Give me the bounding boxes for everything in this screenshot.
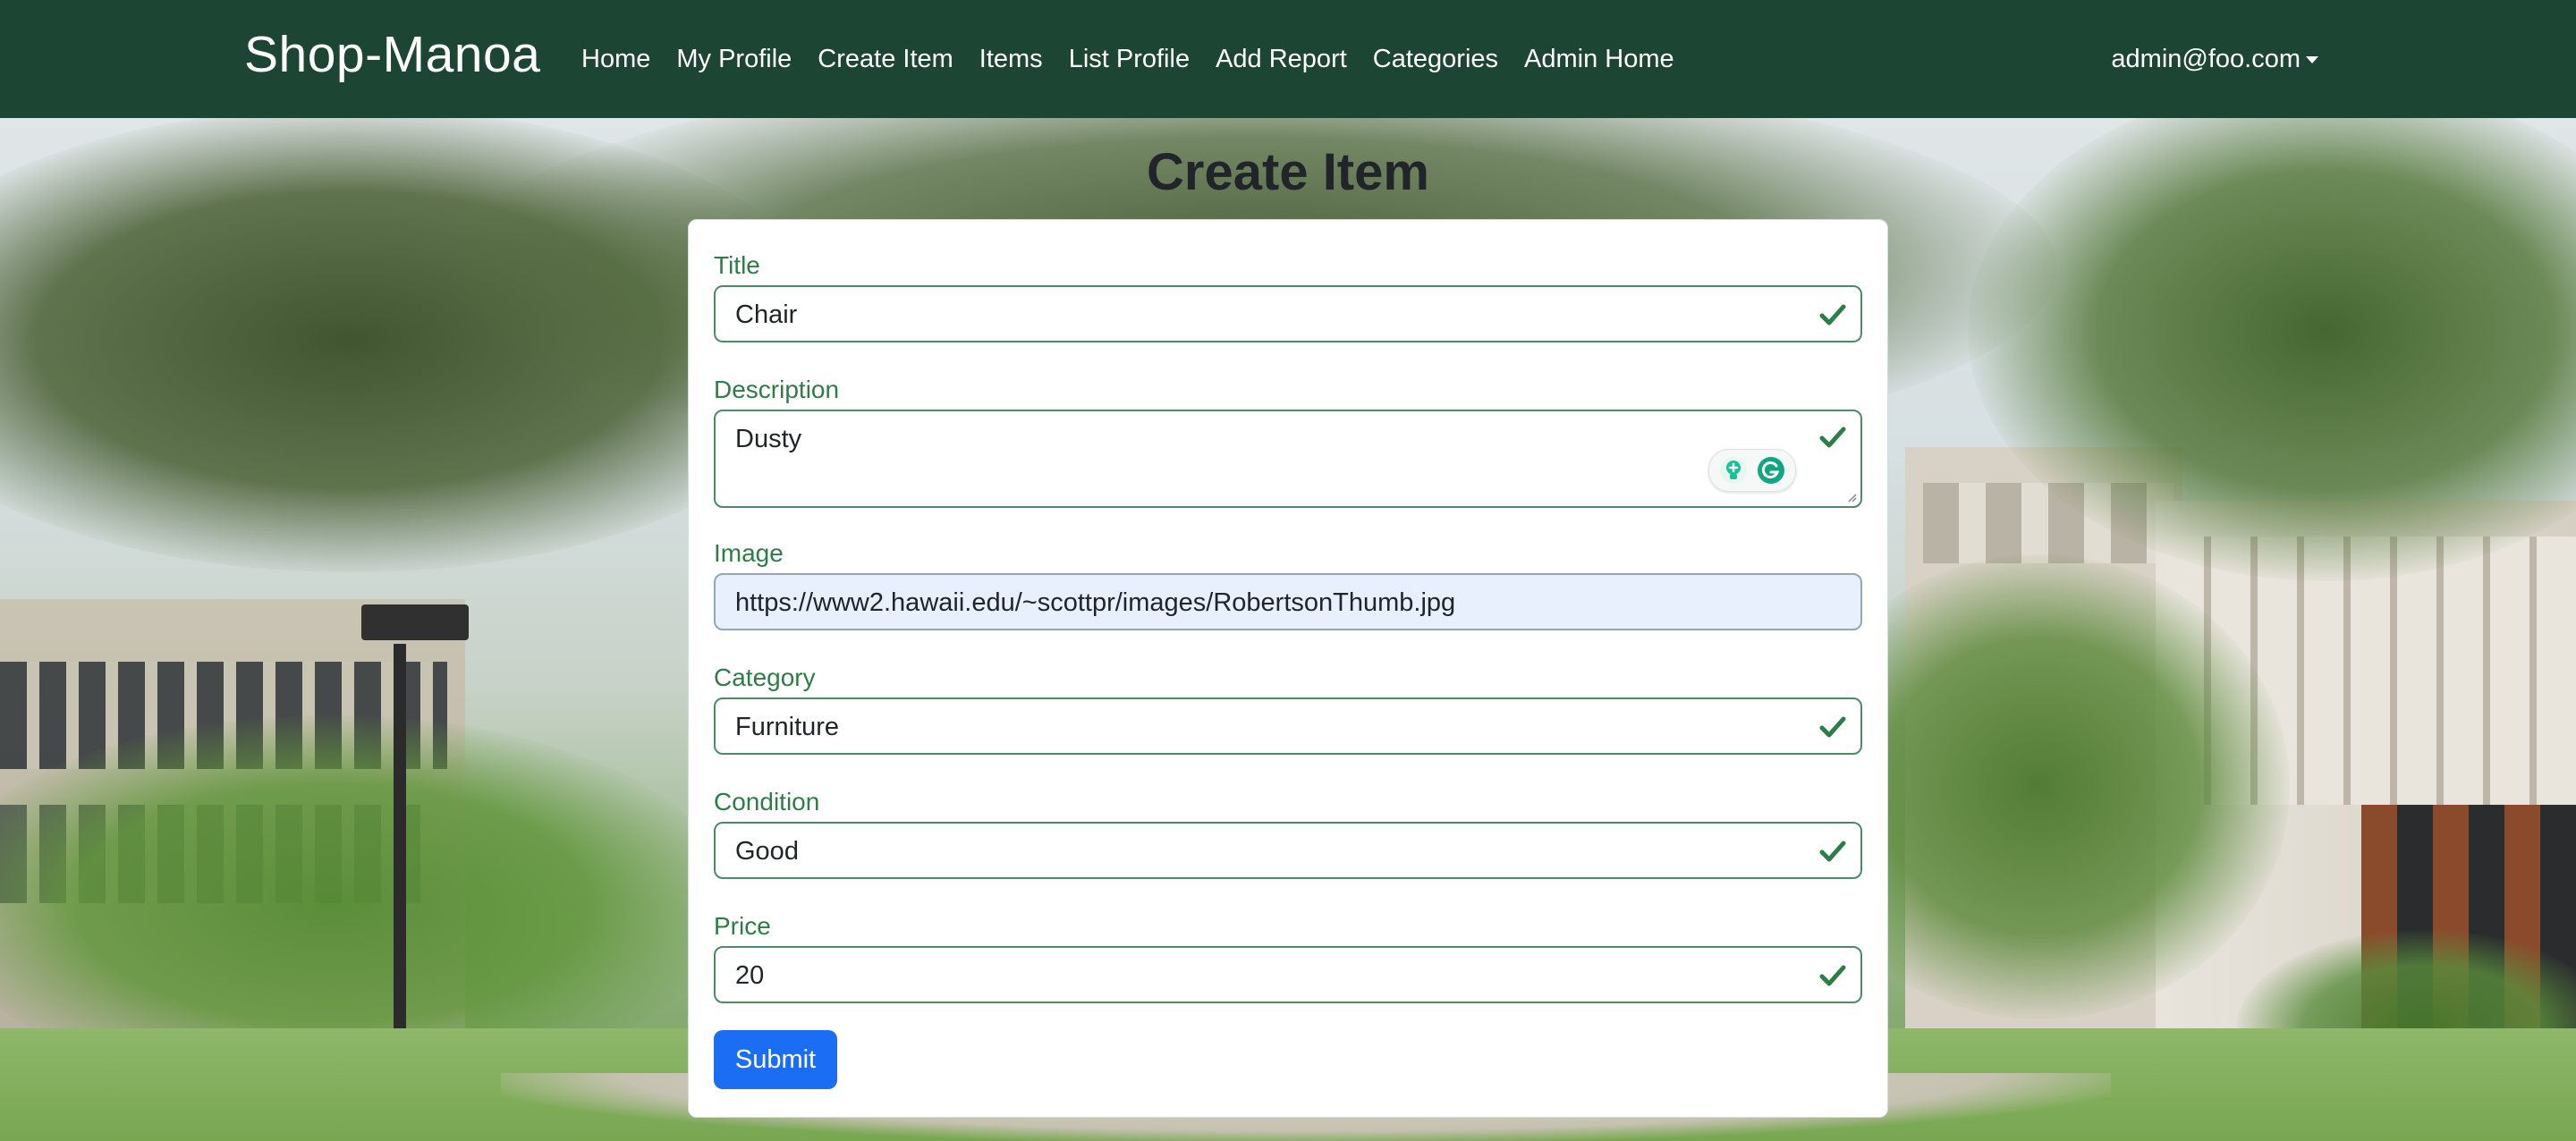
title-label: Title bbox=[714, 251, 760, 279]
nav-link-list-profile[interactable]: List Profile bbox=[1069, 41, 1190, 77]
lightbulb-icon bbox=[1719, 457, 1747, 484]
condition-label: Condition bbox=[714, 788, 820, 816]
description-label: Description bbox=[714, 376, 840, 403]
category-input[interactable]: Furniture bbox=[714, 697, 1862, 755]
price-field-group: Price 20 bbox=[714, 910, 1862, 1003]
nav-link-admin-home[interactable]: Admin Home bbox=[1524, 41, 1674, 77]
create-item-form: Title Chair Description Dusty Image http… bbox=[688, 219, 1888, 1118]
caret-down-icon bbox=[2306, 56, 2318, 63]
nav-link-my-profile[interactable]: My Profile bbox=[676, 41, 792, 77]
condition-value: Good bbox=[735, 837, 799, 866]
price-value: 20 bbox=[735, 961, 765, 990]
nav-link-items[interactable]: Items bbox=[979, 41, 1043, 77]
nav-link-add-report[interactable]: Add Report bbox=[1216, 41, 1347, 77]
image-field-group: Image https://www2.hawaii.edu/~scottpr/i… bbox=[714, 537, 1862, 630]
grammarly-logo-icon bbox=[1758, 457, 1785, 484]
nav-link-home[interactable]: Home bbox=[581, 41, 650, 77]
description-field-group: Description Dusty bbox=[714, 374, 1862, 508]
check-icon bbox=[1819, 716, 1846, 738]
description-value: Dusty bbox=[735, 425, 802, 453]
price-input[interactable]: 20 bbox=[714, 946, 1862, 1003]
condition-input[interactable]: Good bbox=[714, 822, 1862, 879]
resize-handle-icon[interactable] bbox=[1844, 490, 1857, 503]
grammarly-icon[interactable] bbox=[1708, 449, 1796, 492]
user-dropdown[interactable]: admin@foo.com bbox=[2111, 41, 2318, 77]
title-input[interactable]: Chair bbox=[714, 285, 1862, 342]
title-field-group: Title Chair bbox=[714, 249, 1862, 342]
check-icon bbox=[1819, 841, 1846, 862]
image-url-input[interactable]: https://www2.hawaii.edu/~scottpr/images/… bbox=[714, 573, 1862, 630]
category-value: Furniture bbox=[735, 713, 840, 741]
brand-logo[interactable]: Shop-Manoa bbox=[244, 25, 540, 84]
description-textarea[interactable]: Dusty bbox=[714, 410, 1862, 508]
page-title: Create Item bbox=[1147, 143, 1429, 201]
nav-link-categories[interactable]: Categories bbox=[1373, 41, 1498, 77]
image-url-value: https://www2.hawaii.edu/~scottpr/images/… bbox=[735, 588, 1456, 617]
submit-button[interactable]: Submit bbox=[714, 1030, 837, 1089]
title-value: Chair bbox=[735, 300, 798, 329]
category-label: Category bbox=[714, 663, 816, 691]
image-label: Image bbox=[714, 539, 784, 567]
user-email: admin@foo.com bbox=[2111, 45, 2301, 73]
check-icon bbox=[1819, 304, 1846, 325]
price-label: Price bbox=[714, 912, 771, 940]
navbar: Shop-Manoa Home My Profile Create Item I… bbox=[0, 0, 2576, 118]
check-icon bbox=[1819, 427, 1846, 448]
condition-field-group: Condition Good bbox=[714, 786, 1862, 879]
nav-link-create-item[interactable]: Create Item bbox=[818, 41, 953, 77]
category-field-group: Category Furniture bbox=[714, 662, 1862, 755]
nav-links: Home My Profile Create Item Items List P… bbox=[581, 41, 1700, 77]
check-icon bbox=[1819, 965, 1846, 986]
